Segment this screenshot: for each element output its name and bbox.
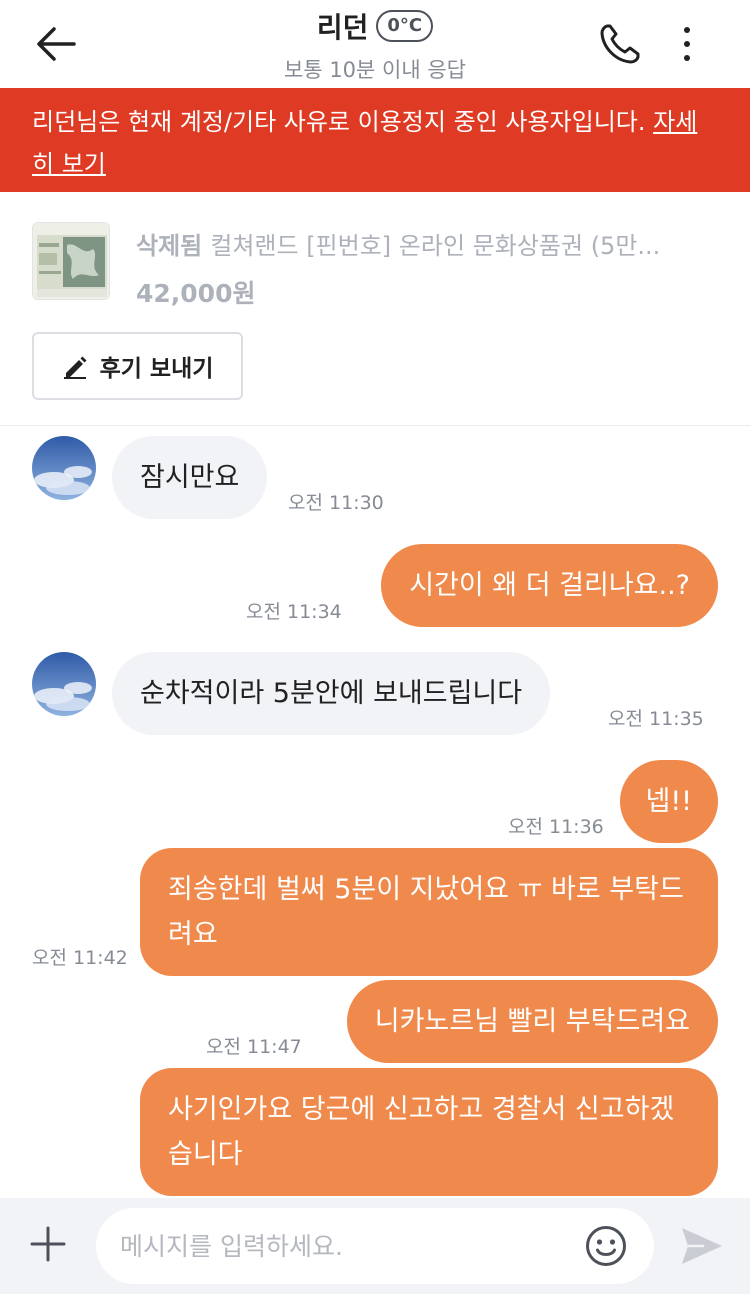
plus-icon [30,1226,66,1262]
warning-text: 리던님은 현재 계정/기타 사유로 이용정지 중인 사용자입니다. [32,108,654,136]
chat-partner-name: 리던 [316,11,369,44]
message-time: 오전 11:42 [32,947,128,969]
partner-avatar[interactable] [32,436,96,500]
attach-button[interactable] [24,1220,72,1268]
chat-header: 리던 0°C 보통 10분 이내 응답 [0,0,750,88]
message-time: 오전 11:47 [206,1036,302,1058]
message-text: 니카노르님 빨리 부탁드려요 [374,1006,690,1037]
message-time: 오전 11:34 [246,601,342,623]
partner-avatar[interactable] [32,652,96,716]
message-bubble-incoming[interactable]: 잠시만요 [112,436,268,519]
message-time: 오전 11:30 [288,492,384,514]
message-bubble-outgoing[interactable]: 사기인가요 당근에 신고하고 경찰서 신고하겠습니다 [140,1068,718,1196]
product-price: 42,000원 [136,279,256,308]
message-time: 오전 11:35 [608,708,704,730]
phone-icon [600,24,640,64]
product-title: 컬쳐랜드 [핀번호] 온라인 문화상품권 (5만... [210,232,661,260]
message-input-bar [0,1198,750,1294]
pencil-icon [63,356,87,379]
more-vertical-icon [684,27,690,61]
send-button[interactable] [676,1220,728,1272]
message-text: 넵!! [645,786,693,817]
send-review-button[interactable]: 후기 보내기 [32,332,243,400]
message-bubble-outgoing[interactable]: 니카노르님 빨리 부탁드려요 [346,980,718,1063]
send-icon [682,1228,722,1264]
smile-icon [586,1226,626,1266]
product-thumbnail[interactable] [32,222,110,300]
message-text: 죄송한데 벌써 5분이 지났어요 ㅠ 바로 부탁드려요 [168,874,684,950]
message-bubble-outgoing[interactable]: 죄송한데 벌써 5분이 지났어요 ㅠ 바로 부탁드려요 [140,848,718,976]
message-bubble-outgoing[interactable]: 시간이 왜 더 걸리나요..? [381,544,718,627]
message-time: 오전 11:36 [508,816,604,838]
more-options-button[interactable] [664,20,710,68]
send-review-label: 후기 보내기 [99,356,214,382]
emoji-button[interactable] [584,1224,628,1268]
message-bubble-outgoing[interactable]: 넵!! [619,760,718,843]
message-input[interactable] [96,1208,654,1284]
message-list[interactable]: 잠시만요 오전 11:30 오전 11:34 시간이 왜 더 걸리나요..? 순… [0,426,750,1198]
message-text: 순차적이라 5분안에 보내드립니다 [140,678,523,709]
message-text: 시간이 왜 더 걸리나요..? [409,570,690,601]
message-bubble-incoming[interactable]: 순차적이라 5분안에 보내드립니다 [112,652,551,735]
call-button[interactable] [594,20,646,68]
product-status-label: 삭제됨 [136,232,203,260]
product-title-line[interactable]: 삭제됨 컬쳐랜드 [핀번호] 온라인 문화상품권 (5만... [136,226,716,261]
product-info: 삭제됨 컬쳐랜드 [핀번호] 온라인 문화상품권 (5만... 42,000원 후… [0,192,750,426]
suspension-warning-banner: 리던님은 현재 계정/기타 사유로 이용정지 중인 사용자입니다. 자세히 보기 [0,88,750,192]
message-text: 사기인가요 당근에 신고하고 경찰서 신고하겠습니다 [168,1094,675,1170]
message-text: 잠시만요 [140,462,240,493]
manner-temperature-badge: 0°C [376,10,434,42]
